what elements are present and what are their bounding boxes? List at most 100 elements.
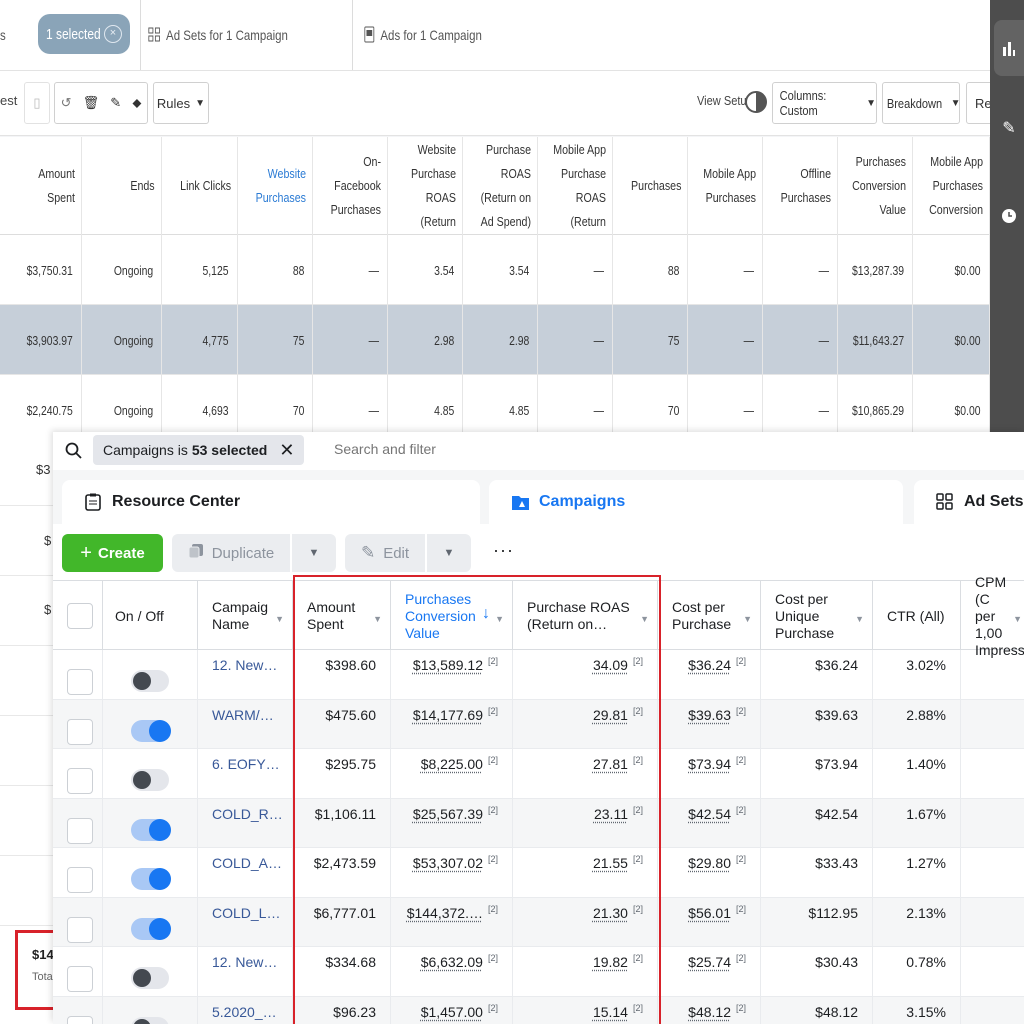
- metric-value[interactable]: $25,567.39: [413, 806, 483, 822]
- column-header[interactable]: CTR (All): [873, 581, 961, 651]
- attribution-footnote[interactable]: [2]: [633, 656, 643, 666]
- rules-button[interactable]: Rules ▼: [153, 82, 209, 124]
- campaign-name-link[interactable]: COLD_A…: [212, 855, 282, 871]
- edit-dropdown[interactable]: ▼: [427, 534, 471, 572]
- table-row[interactable]: $3,903.97 Ongoing 4,775 75 — 2.98 2.98 — 75 — — $11…: [0, 305, 990, 375]
- row-checkbox[interactable]: [67, 966, 93, 992]
- sort-caret-icon[interactable]: ▼: [373, 611, 382, 628]
- attribution-footnote[interactable]: [2]: [736, 706, 746, 716]
- column-header[interactable]: Mobile App Purchases: [688, 137, 763, 235]
- on-off-toggle[interactable]: [131, 967, 169, 989]
- metric-value[interactable]: 15.14: [593, 1004, 628, 1020]
- attribution-footnote[interactable]: [2]: [488, 805, 498, 815]
- attribution-footnote[interactable]: [2]: [488, 1003, 498, 1013]
- metric-value[interactable]: $14,177.69: [413, 707, 483, 723]
- column-header[interactable]: Amount Spent ▼: [293, 581, 391, 651]
- attribution-footnote[interactable]: [2]: [736, 1003, 746, 1013]
- sort-descending-icon[interactable]: ↓: [482, 605, 490, 622]
- row-checkbox[interactable]: [67, 718, 93, 745]
- row-checkbox[interactable]: [67, 867, 93, 893]
- on-off-toggle[interactable]: [131, 818, 171, 841]
- tag-icon[interactable]: ⬥: [132, 95, 141, 111]
- sort-caret-icon[interactable]: ▼: [1013, 611, 1022, 628]
- campaign-name-link[interactable]: COLD_R…: [212, 806, 283, 822]
- view-setup-toggle[interactable]: [745, 91, 767, 113]
- attribution-footnote[interactable]: [2]: [488, 904, 498, 914]
- metric-value[interactable]: 23.11: [594, 806, 628, 822]
- filter-chip[interactable]: Campaigns is 53 selected ✕: [93, 435, 305, 465]
- metric-value[interactable]: $6,632.09: [421, 954, 483, 970]
- attribution-footnote[interactable]: [2]: [488, 854, 498, 864]
- campaign-name-link[interactable]: 12. New…: [212, 657, 277, 673]
- attribution-footnote[interactable]: [2]: [633, 854, 643, 864]
- attribution-footnote[interactable]: [2]: [736, 904, 746, 914]
- column-header[interactable]: Purchases: [613, 137, 688, 235]
- breakdown-dropdown[interactable]: Breakdown ▼: [882, 82, 960, 124]
- attribution-footnote[interactable]: [2]: [488, 755, 498, 765]
- campaign-name-link[interactable]: 5.2020_…: [212, 1004, 277, 1020]
- edit-button[interactable]: ✎ Edit: [345, 534, 425, 572]
- on-off-toggle[interactable]: [131, 917, 171, 940]
- column-header[interactable]: On / Off: [103, 581, 198, 651]
- column-header[interactable]: Cost per Purchase ▼: [658, 581, 761, 651]
- duplicate-dropdown[interactable]: ▼: [292, 534, 336, 572]
- metric-value[interactable]: $56.01: [688, 905, 731, 921]
- metric-value[interactable]: $1,457.00: [421, 1004, 483, 1020]
- attribution-footnote[interactable]: [2]: [633, 904, 643, 914]
- sort-caret-icon[interactable]: ▼: [743, 611, 752, 628]
- attribution-footnote[interactable]: [2]: [736, 755, 746, 765]
- metric-value[interactable]: $42.54: [688, 806, 731, 822]
- tab-ad-sets-for-campaign[interactable]: Ad Sets for 1 Campaign: [148, 0, 288, 70]
- table-row[interactable]: 12. New… $334.68 $6,632.09 [2] 19.82 [2] $25.7…: [53, 947, 1024, 997]
- attribution-footnote[interactable]: [2]: [633, 1003, 643, 1013]
- chart-icon[interactable]: [994, 20, 1024, 76]
- on-off-toggle[interactable]: [131, 868, 171, 890]
- column-header[interactable]: CPM (C per 1,00 Impress ▼: [961, 574, 1024, 658]
- campaign-name-link[interactable]: WARM/…: [212, 707, 274, 723]
- sort-caret-icon[interactable]: ▼: [855, 611, 864, 628]
- column-header[interactable]: Purchase ROAS (Return on… ▼: [513, 581, 658, 651]
- attribution-footnote[interactable]: [2]: [736, 854, 746, 864]
- row-checkbox[interactable]: [67, 1015, 93, 1024]
- clock-icon[interactable]: [994, 188, 1024, 244]
- metric-value[interactable]: 21.30: [593, 905, 628, 921]
- column-header[interactable]: Mobile App Purchase ROAS (Return: [538, 137, 613, 235]
- metric-value[interactable]: $53,307.02: [413, 855, 483, 871]
- table-row[interactable]: COLD_A… $2,473.59 $53,307.02 [2] 21.55 [2] $29…: [53, 848, 1024, 898]
- metric-value[interactable]: $73.94: [688, 756, 731, 772]
- search-icon[interactable]: [65, 442, 83, 460]
- row-checkbox[interactable]: [67, 768, 93, 794]
- columns-dropdown[interactable]: Columns: Custom ▼: [772, 82, 877, 124]
- column-header[interactable]: Campaig Name ▼: [198, 581, 293, 651]
- row-checkbox[interactable]: [67, 669, 93, 695]
- column-header[interactable]: Link Clicks: [162, 137, 238, 235]
- attribution-footnote[interactable]: [2]: [633, 755, 643, 765]
- column-header[interactable]: Purchase ROAS (Return on Ad Spend): [463, 137, 538, 235]
- clear-selection-icon[interactable]: ×: [104, 25, 122, 43]
- copy-icon[interactable]: ▯: [24, 82, 50, 124]
- on-off-toggle[interactable]: [131, 719, 171, 742]
- metric-value[interactable]: 34.09: [593, 657, 628, 673]
- campaign-name-link[interactable]: 12. New…: [212, 954, 277, 970]
- campaign-name-link[interactable]: COLD_L…: [212, 905, 280, 921]
- metric-value[interactable]: $39.63: [688, 707, 731, 723]
- column-header[interactable]: Website Purchase ROAS (Return: [388, 137, 463, 235]
- column-header[interactable]: Ends: [82, 137, 162, 235]
- sort-caret-icon[interactable]: ▼: [275, 611, 284, 628]
- close-icon[interactable]: ✕: [279, 441, 294, 459]
- attribution-footnote[interactable]: [2]: [488, 656, 498, 666]
- attribution-footnote[interactable]: [2]: [488, 953, 498, 963]
- row-checkbox[interactable]: [67, 916, 93, 943]
- metric-value[interactable]: $8,225.00: [421, 756, 483, 772]
- attribution-footnote[interactable]: [2]: [736, 805, 746, 815]
- campaign-name-link[interactable]: 6. EOFY…: [212, 756, 280, 772]
- metric-value[interactable]: 27.81: [593, 756, 628, 772]
- metric-value[interactable]: 19.82: [593, 954, 628, 970]
- tab-ads-for-campaign[interactable]: Ads for 1 Campaign: [364, 0, 482, 70]
- metric-value[interactable]: $48.12: [688, 1004, 731, 1020]
- column-header[interactable]: Purchases Conversion Value ▼ ↓: [391, 581, 513, 651]
- attribution-footnote[interactable]: [2]: [633, 953, 643, 963]
- attribution-footnote[interactable]: [2]: [736, 656, 746, 666]
- table-row[interactable]: WARM/… $475.60 $14,177.69 [2] 29.81 [2] $39.63…: [53, 699, 1024, 749]
- partial-button[interactable]: est: [0, 93, 17, 108]
